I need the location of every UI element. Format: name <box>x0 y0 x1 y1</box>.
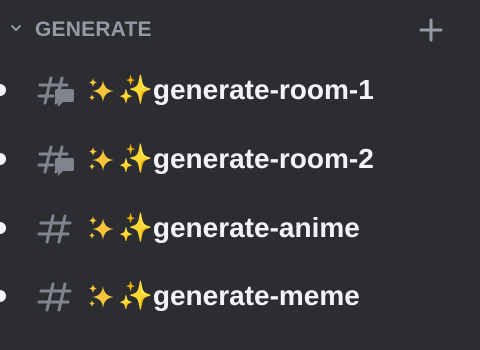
unread-indicator <box>0 84 6 96</box>
text-channel-thread-icon <box>37 145 74 176</box>
sparkles-icon <box>89 216 114 240</box>
channel-name: ✨generate-anime <box>118 212 360 243</box>
channel-item-generate-anime[interactable]: ✨generate-anime <box>0 200 480 256</box>
channel-item-generate-room-1[interactable]: ✨generate-room-1 <box>0 62 480 118</box>
channel-item-generate-meme[interactable]: ✨generate-meme <box>0 268 480 324</box>
sparkles-icon <box>89 78 114 102</box>
channel-name: ✨generate-room-1 <box>118 74 374 105</box>
text-channel-icon <box>37 282 72 312</box>
channel-name: ✨generate-room-2 <box>118 143 374 174</box>
sparkles-icon <box>89 284 114 308</box>
sparkles-icon <box>89 147 114 171</box>
plus-icon[interactable] <box>418 17 444 43</box>
unread-indicator <box>0 153 6 165</box>
channel-category-generate[interactable]: GENERATE <box>0 0 480 62</box>
channel-name: ✨generate-meme <box>118 280 360 311</box>
unread-indicator <box>0 290 6 302</box>
channel-item-generate-room-2[interactable]: ✨generate-room-2 <box>0 131 480 187</box>
chevron-down-icon[interactable] <box>9 21 23 35</box>
text-channel-icon <box>37 214 72 244</box>
category-label[interactable]: GENERATE <box>35 17 152 43</box>
text-channel-thread-icon <box>37 76 74 107</box>
unread-indicator <box>0 222 6 234</box>
